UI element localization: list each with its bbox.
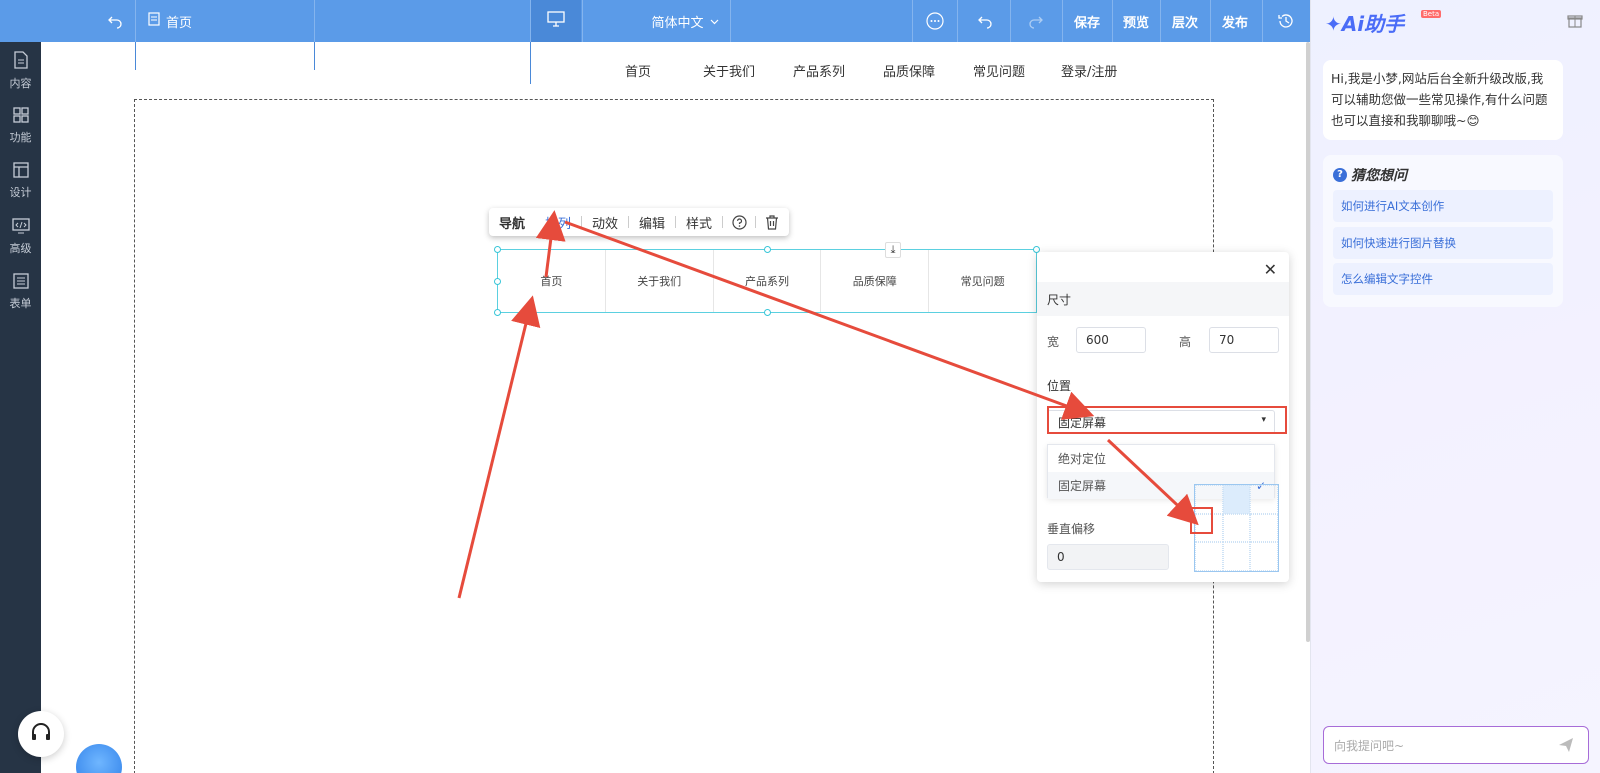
annotation-arrows (457, 210, 1199, 599)
highlight-position-select (1047, 406, 1287, 434)
highlight-anchor-cell (1190, 507, 1213, 534)
